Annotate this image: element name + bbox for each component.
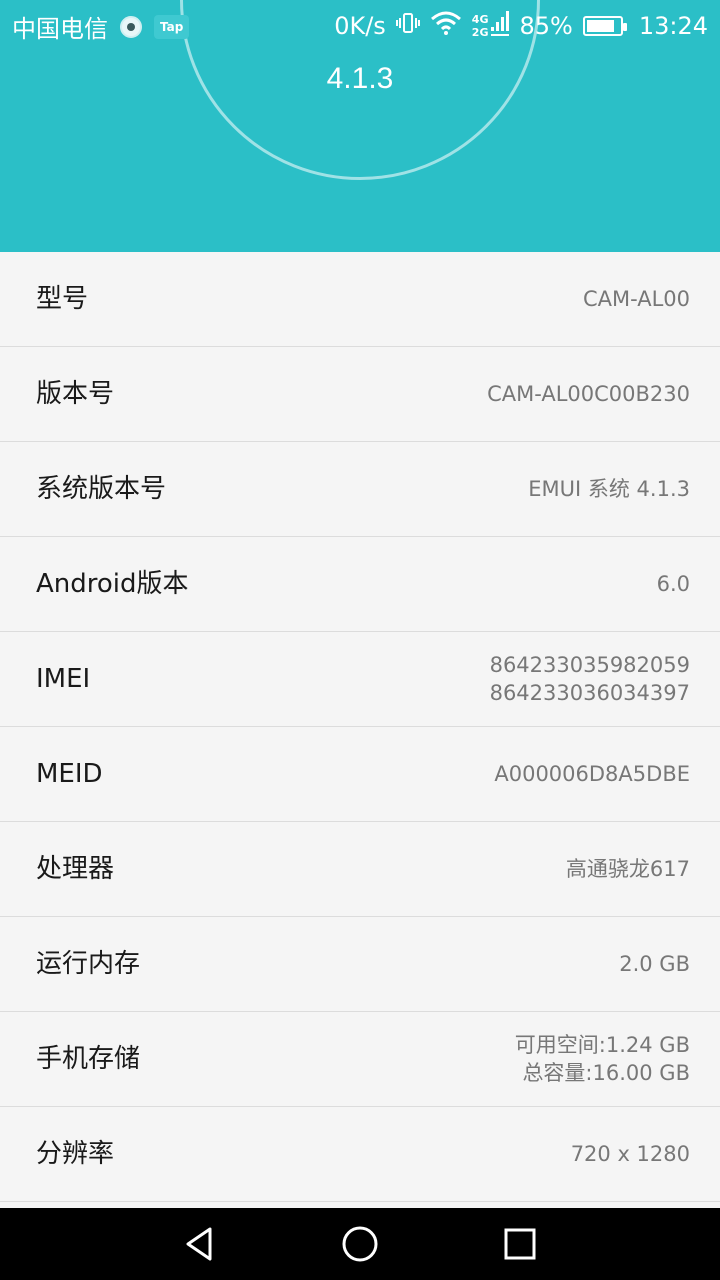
row-value: EMUI 系统 4.1.3 [528,442,690,536]
value-line: CAM-AL00C00B230 [487,382,690,406]
row-value: 可用空间:1.24 GB 总容量:16.00 GB [515,1012,690,1106]
network-4g-label: 4G [471,13,489,26]
recents-icon [504,1228,536,1260]
home-button[interactable] [320,1208,400,1280]
clock: 13:24 [638,12,708,40]
header: 4.1.3 中国电信 Tap 0K/s 4G 2G 85% 13:24 [0,0,720,252]
row-label: 手机存储 [36,1044,141,1074]
row-label: Android版本 [36,569,189,599]
value-line: 可用空间:1.24 GB [514,1033,690,1057]
row-label: IMEI [36,664,91,694]
device-info-list: 型号 CAM-AL00 版本号 CAM-AL00C00B230 系统版本号 EM… [0,252,720,1202]
row-meid[interactable]: MEID A000006D8A5DBE [0,727,720,822]
row-ram[interactable]: 运行内存 2.0 GB [0,917,720,1012]
back-icon [186,1227,212,1261]
vibrate-icon [395,11,420,41]
value-line: 6.0 [656,572,690,596]
row-label: MEID [36,759,103,789]
value-line-2: 总容量:16.00 GB [522,1061,690,1085]
value-line: CAM-AL00 [582,287,690,311]
row-value: 6.0 [657,537,690,631]
cell-signal-group: 4G 2G [472,9,510,43]
navigation-bar [0,1208,720,1280]
value-line: 2.0 GB [619,952,690,976]
recents-button[interactable] [480,1208,560,1280]
system-version-display: 4.1.3 [326,62,394,95]
battery-icon [582,16,627,36]
battery-percent: 85% [519,12,573,40]
row-resolution[interactable]: 分辨率 720 x 1280 [0,1107,720,1202]
row-imei[interactable]: IMEI 864233035982059 864233036034397 [0,632,720,727]
wifi-icon [430,11,462,41]
net-speed: 0K/s [334,12,386,40]
row-value: A000006D8A5DBE [494,727,690,821]
row-value: CAM-AL00 [583,252,690,346]
battery-fill [586,20,615,32]
tap-app-icon: Tap [154,14,190,39]
row-android-version[interactable]: Android版本 6.0 [0,537,720,632]
row-label: 系统版本号 [36,474,167,504]
notification-app-icon [120,15,142,38]
row-value: 高通骁龙617 [566,822,690,916]
status-right: 0K/s 4G 2G 85% 13:24 [334,9,708,43]
value-line: EMUI 系统 4.1.3 [528,477,690,501]
value-line: 864233035982059 [489,653,690,677]
status-left: 中国电信 Tap [12,9,190,44]
value-line: 720 x 1280 [570,1142,690,1166]
back-button[interactable] [160,1208,240,1280]
row-value: 2.0 GB [619,917,690,1011]
row-processor[interactable]: 处理器 高通骁龙617 [0,822,720,917]
network-type: 4G 2G [472,14,489,38]
network-2g-label: 2G [471,26,489,39]
carrier-label: 中国电信 [12,15,108,43]
row-value: 864233035982059 864233036034397 [490,632,690,726]
row-storage[interactable]: 手机存储 可用空间:1.24 GB 总容量:16.00 GB [0,1012,720,1107]
row-label: 版本号 [36,379,115,409]
status-bar: 中国电信 Tap 0K/s 4G 2G 85% 13:24 [0,0,720,50]
row-build-number[interactable]: 版本号 CAM-AL00C00B230 [0,347,720,442]
row-label: 型号 [36,284,89,314]
signal-bars-icon [491,9,510,43]
row-value: 720 x 1280 [571,1107,690,1201]
row-value: CAM-AL00C00B230 [487,347,690,441]
value-line-2: 864233036034397 [489,681,690,705]
row-label: 分辨率 [36,1139,115,1169]
row-model[interactable]: 型号 CAM-AL00 [0,252,720,347]
row-label: 处理器 [36,854,115,884]
value-line: 高通骁龙617 [565,857,690,881]
row-emui-version[interactable]: 系统版本号 EMUI 系统 4.1.3 [0,442,720,537]
home-icon [342,1226,378,1262]
value-line: A000006D8A5DBE [494,762,690,786]
row-label: 运行内存 [36,949,141,979]
